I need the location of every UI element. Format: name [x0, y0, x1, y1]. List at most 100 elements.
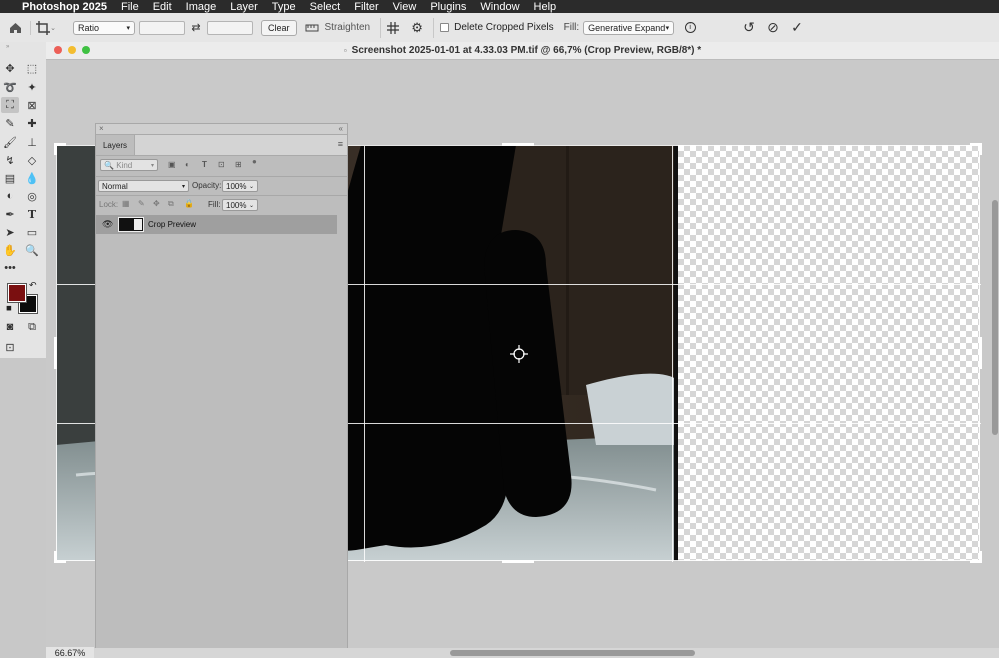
pen-tool-icon[interactable]: ✒	[1, 206, 19, 222]
crop-handle-bottom[interactable]	[502, 560, 534, 563]
type-tool-icon[interactable]: T	[23, 206, 41, 222]
commit-crop-button[interactable]: ✓	[785, 19, 809, 36]
menu-window[interactable]: Window	[480, 1, 519, 13]
lasso-tool-icon[interactable]: ➰	[1, 79, 19, 95]
kind-filter-select[interactable]: 🔍 Kind ▾	[100, 159, 158, 171]
history-brush-icon[interactable]: ↯	[1, 152, 19, 168]
close-panel-icon[interactable]: ×	[99, 124, 104, 133]
magic-wand-icon[interactable]: ✦	[23, 79, 41, 95]
eye-icon[interactable]: 👁	[102, 219, 113, 230]
ratio-select[interactable]: Ratio ▾	[73, 20, 135, 35]
menu-image[interactable]: Image	[186, 1, 217, 13]
document-tab[interactable]: ▫ Screenshot 2025-01-01 at 4.33.03 PM.ti…	[46, 42, 999, 60]
collapse-panel-icon[interactable]: «	[339, 124, 343, 133]
rectangle-tool-icon[interactable]: ▭	[23, 224, 41, 240]
horizontal-scrollbar[interactable]	[450, 650, 695, 656]
generative-tool-icon[interactable]: ⊡	[1, 339, 19, 355]
blend-mode-select[interactable]: Normal ▾	[98, 180, 189, 192]
delete-cropped-checkbox[interactable]: Delete Cropped Pixels	[440, 22, 554, 33]
close-window-icon[interactable]	[54, 46, 62, 54]
healing-brush-icon[interactable]: ✚	[23, 115, 41, 131]
menu-plugins[interactable]: Plugins	[430, 1, 466, 13]
layer-row[interactable]: 👁 Crop Preview	[96, 215, 337, 234]
default-colors-icon[interactable]: ◼	[6, 304, 12, 312]
crop-preset-button[interactable]: ⌄	[30, 20, 61, 35]
divider	[433, 17, 435, 38]
layer-name[interactable]: Crop Preview	[148, 220, 196, 229]
zoom-tool-icon[interactable]: 🔍	[23, 242, 41, 258]
menu-type[interactable]: Type	[272, 1, 296, 13]
menu-edit[interactable]: Edit	[153, 1, 172, 13]
screen-mode-icon[interactable]: ⧉	[23, 319, 41, 335]
path-shape-icon[interactable]: ◎	[23, 188, 41, 204]
layers-panel-header[interactable]: × «	[96, 124, 347, 135]
crop-handle-top-right[interactable]	[979, 143, 982, 155]
crop-handle-right[interactable]	[979, 337, 982, 369]
swap-colors-icon[interactable]: ↶	[29, 280, 37, 291]
eyedropper-icon[interactable]: ✎	[1, 115, 19, 131]
info-button[interactable]: i	[678, 22, 702, 33]
lock-all-icon[interactable]: 🔒	[184, 199, 194, 208]
generative-expand-area[interactable]	[678, 145, 980, 561]
fill-opacity-field[interactable]: 100% ⌄	[222, 199, 258, 211]
filter-type-icon[interactable]: T	[202, 160, 207, 169]
vertical-scrollbar[interactable]	[992, 200, 998, 435]
menu-layer[interactable]: Layer	[230, 1, 258, 13]
menu-select[interactable]: Select	[310, 1, 341, 13]
crop-tool-icon[interactable]: ⛶	[1, 97, 19, 113]
zoom-level[interactable]: 66.67%	[46, 647, 94, 658]
document-icon: ▫	[343, 46, 347, 55]
crop-settings-button[interactable]: ⚙	[405, 20, 429, 36]
gradient-icon[interactable]: ▤	[1, 170, 19, 186]
filter-smart-object-icon[interactable]: ⊞	[235, 160, 242, 169]
cancel-crop-button[interactable]: ⊘	[761, 19, 785, 36]
quick-mask-icon[interactable]: ◙	[1, 319, 19, 335]
lock-image-icon[interactable]: ✎	[138, 199, 145, 208]
panel-menu-icon[interactable]: ≡	[338, 139, 343, 149]
hand-tool-icon[interactable]: ✋	[1, 242, 19, 258]
reset-button[interactable]: ↺	[737, 19, 761, 36]
crop-handle-top[interactable]	[502, 143, 534, 146]
filter-shape-icon[interactable]: ⊡	[218, 160, 225, 169]
crop-height-field[interactable]	[207, 20, 253, 35]
filter-adjustment-icon[interactable]: ◐	[185, 160, 190, 169]
opacity-field[interactable]: 100% ⌄	[222, 180, 258, 192]
home-button[interactable]	[0, 22, 30, 34]
marquee-tool-icon[interactable]: ⬚	[23, 60, 41, 76]
menu-help[interactable]: Help	[534, 1, 557, 13]
fill-select[interactable]: Generative Expand ▾	[583, 20, 675, 35]
brush-tool-icon[interactable]: 🖌	[1, 134, 19, 150]
eraser-icon[interactable]: ◇	[23, 152, 41, 168]
zoom-window-icon[interactable]	[82, 46, 90, 54]
move-tool-icon[interactable]: ✥	[1, 60, 19, 76]
menu-filter[interactable]: Filter	[354, 1, 378, 13]
more-tools-icon[interactable]: •••	[1, 260, 19, 276]
dodge-icon[interactable]: ◐	[1, 188, 19, 204]
swap-dimensions-button[interactable]: ⇄	[185, 21, 207, 34]
menu-app-name[interactable]: Photoshop 2025	[22, 1, 107, 13]
minimize-window-icon[interactable]	[68, 46, 76, 54]
frame-tool-icon[interactable]: ⊠	[23, 97, 41, 113]
panel-collapse-icon[interactable]: »	[6, 44, 9, 50]
filter-pixel-icon[interactable]: ▣	[168, 160, 176, 169]
stamp-tool-icon[interactable]: ⊥	[23, 134, 41, 150]
filter-toggle-icon[interactable]: ●	[252, 157, 257, 166]
crop-handle-top-left[interactable]	[54, 143, 57, 155]
path-select-icon[interactable]: ➤	[1, 224, 19, 240]
tab-layers[interactable]: Layers	[96, 135, 135, 155]
crop-handle-left[interactable]	[54, 337, 57, 369]
lock-transparent-icon[interactable]: ▦	[122, 199, 130, 208]
foreground-color-swatch[interactable]	[7, 283, 27, 303]
chevron-down-icon: ⌄	[248, 183, 254, 190]
crop-handle-bottom-left[interactable]	[54, 551, 57, 563]
lock-artboard-icon[interactable]: ⧉	[168, 199, 174, 209]
blur-icon[interactable]: 💧	[23, 170, 41, 186]
lock-position-icon[interactable]: ✥	[153, 199, 160, 208]
menu-file[interactable]: File	[121, 1, 139, 13]
overlay-options-button[interactable]	[381, 21, 405, 34]
clear-button[interactable]: Clear	[261, 19, 297, 36]
straighten-button[interactable]: Straighten	[305, 22, 370, 33]
crop-width-field[interactable]	[139, 20, 185, 35]
crop-handle-bottom-right[interactable]	[979, 551, 982, 563]
menu-view[interactable]: View	[393, 1, 417, 13]
